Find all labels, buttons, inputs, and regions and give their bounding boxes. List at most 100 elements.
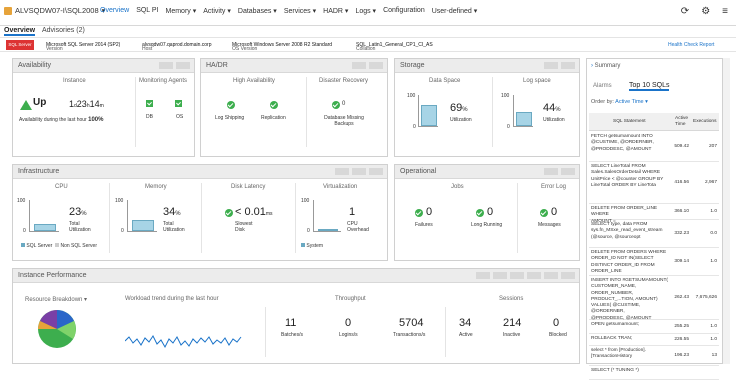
data-space-bar xyxy=(421,104,437,126)
active-time-cell: 309.14 xyxy=(674,259,689,264)
log-space-bar-chart xyxy=(513,95,533,127)
nav-sql-pi[interactable]: SQL PI xyxy=(136,7,158,15)
active-time-cell: 332.23 xyxy=(674,231,689,236)
nav-overview[interactable]: Overview xyxy=(100,7,129,15)
data-space-bar-chart xyxy=(418,95,438,127)
nav-user-defined[interactable]: User-defined ▾ xyxy=(432,7,478,15)
main-nav: Overview SQL PI Memory ▾ Activity ▾ Data… xyxy=(100,7,477,15)
active-time-cell: 366.10 xyxy=(674,209,689,214)
executions-cell: 1.0 xyxy=(710,259,717,264)
cpu-bar-chart xyxy=(29,200,59,232)
sql-statement-cell: OPEN getsumamount; xyxy=(591,322,639,327)
virtualization-bar-chart xyxy=(313,200,341,232)
long-running-status-icon xyxy=(476,209,484,217)
infrastructure-panel: Infrastructure CPU Memory Disk Latency V… xyxy=(12,164,388,261)
active-time-cell: 509.42 xyxy=(674,144,689,149)
sql-statement-cell: DELETE FROM ORDERS WHERE ORDER_ID NOT IN… xyxy=(591,250,667,274)
backups-status-icon xyxy=(332,101,340,109)
table-row[interactable]: SELECT type, data FROM sys.fn_MSxe_read_… xyxy=(589,220,719,248)
os-agent-status-icon xyxy=(175,100,182,107)
panel-title: Availability xyxy=(18,62,51,69)
tab-advisories[interactable]: Advisories (2) xyxy=(42,27,85,34)
nav-logs[interactable]: Logs ▾ xyxy=(355,7,376,15)
table-row[interactable]: ROLLBACK TRAN; 226.55 1.0 xyxy=(589,334,719,346)
operational-panel: Operational Jobs Error Log 0 Failures 0 … xyxy=(394,164,580,261)
nav-hadr[interactable]: HADR ▾ xyxy=(323,7,348,15)
instance-info-bar: SQL Server Version Microsoft SQL Server … xyxy=(0,38,736,52)
sql-statement-cell: FETCH getsumamount INTO @CUSTIME, @ORDER… xyxy=(591,134,654,152)
summary-scrollbar[interactable] xyxy=(723,58,730,364)
disk-latency-status-icon xyxy=(225,209,233,217)
legend-sql-swatch xyxy=(21,243,25,247)
up-arrow-icon xyxy=(20,100,32,110)
refresh-icon[interactable]: ⟳ xyxy=(681,6,689,17)
gear-icon[interactable]: ⚙ xyxy=(701,6,710,17)
messages-status-icon xyxy=(540,209,548,217)
executions-cell: 1.0 xyxy=(710,337,717,342)
chevron-right-icon: › xyxy=(591,63,593,69)
panel-button[interactable] xyxy=(176,62,190,69)
hadr-panel: HA/DR High Availability Disaster Recover… xyxy=(200,58,388,157)
executions-cell: 0.0 xyxy=(710,231,717,236)
sql-statement-cell: SELECT type, data FROM sys.fn_MSxe_read_… xyxy=(591,222,663,240)
instance-performance-panel: Instance Performance Resource Breakdown … xyxy=(12,268,580,364)
virtualization-bar xyxy=(318,229,338,231)
tab-top-10-sqls[interactable]: Top 10 SQLs xyxy=(629,82,670,91)
nav-configuration[interactable]: Configuration xyxy=(383,7,425,15)
db-agent-status-icon xyxy=(146,100,153,107)
table-row[interactable]: SELECT (* TUNING *) xyxy=(589,366,719,380)
menu-icon[interactable]: ≡ xyxy=(722,6,728,17)
executions-cell: 7,675,626 xyxy=(695,295,717,300)
instance-icon xyxy=(4,6,12,15)
top-toolbar: ALVSQDW07-I\SQL2008 ▾ Overview SQL PI Mem… xyxy=(0,0,736,26)
page-tabs: Overview Advisories (2) xyxy=(0,26,736,38)
table-row[interactable]: OPEN getsumamount; 255.25 1.0 xyxy=(589,320,719,334)
table-row[interactable]: SELECT LineTotal FROM Sales.SalesOrderDe… xyxy=(589,162,719,204)
log-shipping-status-icon xyxy=(227,101,235,109)
workload-trend-chart xyxy=(125,335,242,349)
table-row[interactable]: DELETE FROM ORDER_LINE WHERE AMOUNT = 366… xyxy=(589,204,719,224)
nav-services[interactable]: Services ▾ xyxy=(284,7,316,15)
instance-selector[interactable]: ALVSQDW07-I\SQL2008 ▾ xyxy=(4,6,105,15)
executions-cell: 207 xyxy=(708,144,717,149)
failures-status-icon xyxy=(415,209,423,217)
memory-bar xyxy=(132,220,154,231)
active-time-cell: 416.56 xyxy=(674,180,689,185)
table-row[interactable]: select * from [Production]. [Transaction… xyxy=(589,346,719,366)
sql-statement-cell: ROLLBACK TRAN; xyxy=(591,336,633,341)
executions-cell: 13 xyxy=(711,353,717,358)
legend-non-sql-swatch xyxy=(55,243,60,247)
sql-statement-cell: INSERT INTO #GETSUMAMOUNT( CUSTOMER_NAME… xyxy=(591,278,669,321)
order-by-dropdown[interactable]: Active Time ▾ xyxy=(615,99,648,105)
nav-activity[interactable]: Activity ▾ xyxy=(203,7,231,15)
tab-overview[interactable]: Overview xyxy=(4,27,36,36)
sql-statement-cell: SELECT LineTotal FROM Sales.SalesOrderDe… xyxy=(591,164,664,188)
executions-cell: 1.0 xyxy=(710,324,717,329)
log-space-bar xyxy=(516,112,532,126)
nav-databases[interactable]: Databases ▾ xyxy=(238,7,277,15)
table-row[interactable]: FETCH getsumamount INTO @CUSTIME, @ORDER… xyxy=(589,132,719,162)
resource-pie-chart xyxy=(38,310,76,348)
health-check-link[interactable]: Health Check Report xyxy=(668,42,714,48)
panel-button[interactable] xyxy=(159,62,173,69)
table-row[interactable]: DELETE FROM ORDERS WHERE ORDER_ID NOT IN… xyxy=(589,248,719,276)
executions-cell: 2,967 xyxy=(704,180,717,185)
availability-panel: Availability Instance Monitoring Agents … xyxy=(12,58,195,157)
sql-server-logo: SQL Server xyxy=(6,40,34,50)
memory-bar-chart xyxy=(127,200,157,232)
legend-system-swatch xyxy=(301,243,305,247)
summary-panel: › Summary Alarms Top 10 SQLs Order by: A… xyxy=(586,58,723,380)
active-time-cell: 196.23 xyxy=(674,353,689,358)
resource-breakdown-dropdown[interactable]: Resource Breakdown ▾ xyxy=(25,296,87,303)
executions-cell: 1.0 xyxy=(710,209,717,214)
active-time-cell: 226.55 xyxy=(674,337,689,342)
active-time-cell: 262.43 xyxy=(674,295,689,300)
tab-alarms[interactable]: Alarms xyxy=(593,83,612,89)
sql-table-header: SQL Statement Active Time Executions xyxy=(589,113,719,131)
sql-statement-cell: SELECT (* TUNING *) xyxy=(591,368,639,373)
sql-statement-cell: select * from [Production]. [Transaction… xyxy=(591,348,646,360)
nav-memory[interactable]: Memory ▾ xyxy=(166,7,197,15)
storage-panel: Storage Data Space Log space 100 0 69% U… xyxy=(394,58,580,157)
table-row[interactable]: INSERT INTO #GETSUMAMOUNT( CUSTOMER_NAME… xyxy=(589,276,719,321)
active-time-cell: 255.25 xyxy=(674,324,689,329)
